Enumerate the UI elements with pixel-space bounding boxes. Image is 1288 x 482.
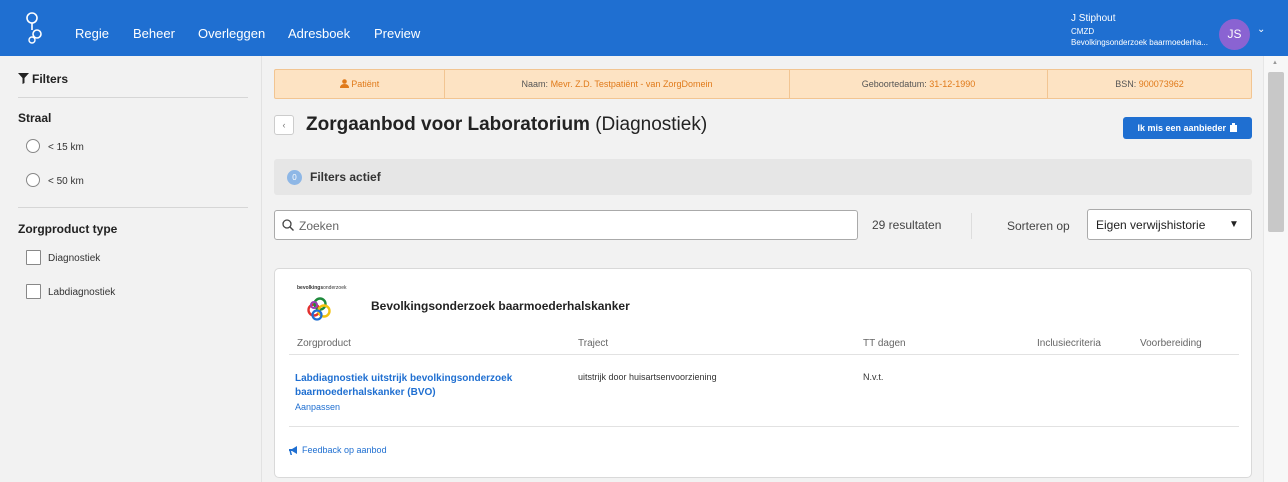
radius-15-label[interactable]: < 15 km [48,142,84,153]
feedback-link[interactable]: Feedback op aanbod [289,445,387,455]
filter-count-badge: 0 [287,170,302,185]
edit-link[interactable]: Aanpassen [295,402,340,412]
product-link[interactable]: Labdiagnostiek uitstrijk bevolkingsonder… [295,372,555,400]
patient-label-cell: Patiënt [275,70,445,98]
feedback-label: Feedback op aanbod [302,445,387,455]
patient-bsn: 900073962 [1138,79,1184,89]
traject-value: uitstrijk door huisartsenvoorziening [578,372,717,382]
diagnostiek-checkbox[interactable] [26,250,41,265]
labdiagnostiek-label[interactable]: Labdiagnostiek [48,287,115,298]
patient-bsn-label: BSN: [1115,79,1137,89]
active-filters-bar[interactable]: 0 Filters actief [274,159,1252,195]
building-icon [1229,123,1237,132]
divider [18,207,248,208]
page-title-main: Zorgaanbod voor Laboratorium [306,114,590,135]
divider [289,354,1239,355]
filters-title-text: Filters [32,72,69,86]
radius-50-label[interactable]: < 50 km [48,176,84,187]
provider-name[interactable]: Bevolkingsonderzoek baarmoederhalskanker [371,299,630,313]
user-organisation: CMZD [1071,27,1095,36]
nav-regie[interactable]: Regie [75,26,109,41]
missing-provider-label: Ik mis een aanbieder [1137,123,1227,133]
nav-preview[interactable]: Preview [374,26,420,41]
chevron-down-icon[interactable]: ⌄ [1257,24,1265,35]
sort-label: Sorteren op [1007,219,1070,233]
scroll-up-icon[interactable]: ▲ [1272,60,1278,66]
page-title: Zorgaanbod voor Laboratorium (Diagnostie… [306,114,707,136]
column-header-inclusiecriteria: Inclusiecriteria [1037,338,1101,349]
patient-name-label: Naam: [521,79,549,89]
product-type-heading: Zorgproduct type [18,222,118,236]
colored-circles-logo-icon [307,297,331,321]
top-navigation-bar: Regie Beheer Overleggen Adresboek Previe… [0,0,1288,56]
search-icon [282,219,294,231]
divider [18,97,248,98]
divider [971,213,972,239]
patient-name-cell: Naam: Mevr. Z.D. Testpatiënt - van ZorgD… [445,70,790,98]
radius-15-radio[interactable] [26,139,40,153]
column-header-traject: Traject [578,338,609,349]
patient-label: Patiënt [351,79,380,89]
column-header-zorgproduct: Zorgproduct [297,338,351,349]
patient-bsn-cell: BSN: 900073962 [1048,70,1251,98]
patient-dob-label: Geboortedatum: [861,79,927,89]
search-placeholder: Zoeken [299,219,340,233]
nav-beheer[interactable]: Beheer [133,26,175,41]
result-count: 29 resultaten [872,218,942,232]
labdiagnostiek-checkbox[interactable] [26,284,41,299]
radius-heading: Straal [18,111,52,125]
search-input[interactable]: Zoeken [274,210,858,240]
filter-icon [18,73,29,84]
scrollbar[interactable]: ▲ [1263,56,1288,482]
radius-50-radio[interactable] [26,173,40,187]
column-header-tt-dagen: TT dagen [863,338,906,349]
main-content: Patiënt Naam: Mevr. Z.D. Testpatiënt - v… [263,56,1263,482]
nav-overleggen[interactable]: Overleggen [198,26,265,41]
active-filters-label: Filters actief [310,170,381,184]
tt-days-value: N.v.t. [863,372,884,382]
scrollbar-thumb[interactable] [1268,72,1284,232]
user-network-icon[interactable] [24,12,44,44]
sort-value: Eigen verwijshistorie [1096,218,1206,232]
patient-bar: Patiënt Naam: Mevr. Z.D. Testpatiënt - v… [274,69,1252,99]
caret-down-icon: ▼ [1229,219,1239,230]
column-header-voorbereiding: Voorbereiding [1140,338,1202,349]
filter-sidebar: Filters Straal < 15 km < 50 km Zorgprodu… [0,56,262,482]
page-title-sub: (Diagnostiek) [589,114,708,135]
provider-logo: bevolkingsonderzoek [297,285,357,321]
sort-select[interactable]: Eigen verwijshistorie ▼ [1087,209,1252,240]
back-button[interactable]: ‹ [274,115,294,135]
filters-heading: Filters [18,72,68,86]
megaphone-icon [289,446,297,455]
provider-card: bevolkingsonderzoek Bevolkingsonderzoek … [274,268,1252,478]
patient-dob-cell: Geboortedatum: 31-12-1990 [790,70,1048,98]
diagnostiek-label[interactable]: Diagnostiek [48,253,100,264]
patient-dob: 31-12-1990 [929,79,976,89]
user-project: Bevolkingsonderzoek baarmoederha... [1071,37,1208,47]
user-name: J Stiphout [1071,13,1116,24]
provider-logo-text: bevolkingsonderzoek [297,285,347,291]
avatar[interactable]: JS [1219,19,1250,50]
user-info[interactable]: J Stiphout CMZD Bevolkingsonderzoek baar… [1071,13,1208,47]
missing-provider-button[interactable]: Ik mis een aanbieder [1123,117,1252,139]
nav-adresboek[interactable]: Adresboek [288,26,350,41]
person-icon [339,79,349,88]
divider [289,426,1239,427]
patient-name: Mevr. Z.D. Testpatiënt - van ZorgDomein [550,79,713,89]
